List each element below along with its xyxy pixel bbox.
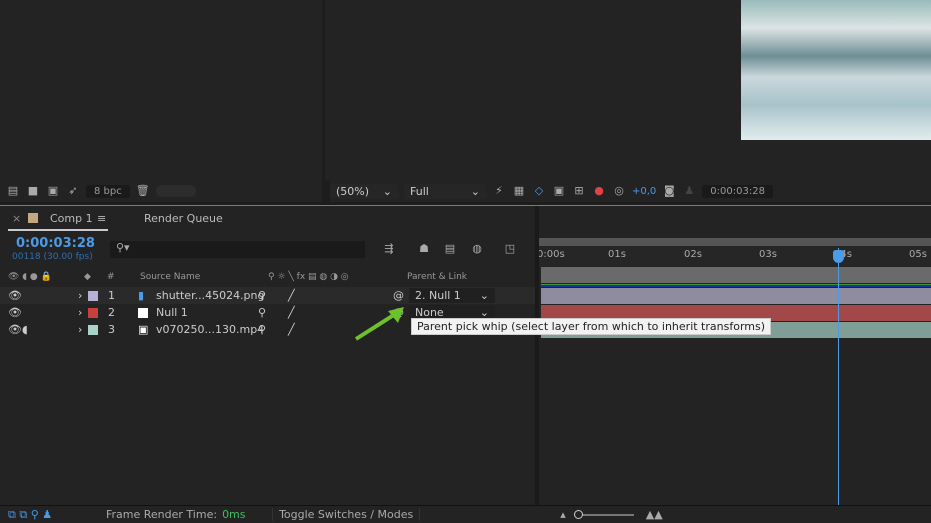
snapshot-icon[interactable]: ◙ — [662, 185, 676, 197]
layer-name[interactable]: shutter...45024.png — [148, 289, 265, 302]
new-comp-icon[interactable]: ▣ — [46, 185, 60, 197]
channels-icon[interactable]: ● — [592, 185, 606, 197]
frame-blending-icon[interactable]: ▤ — [443, 243, 457, 255]
cache-indicator — [541, 284, 931, 287]
viewer-toolbar: (50%) ⌄ Full ⌄ ⚡ ▦ ◇ ▣ ⊞ ● ◎ +0,0 ◙ ♟ 0:00… — [330, 180, 931, 202]
viewer-timecode[interactable]: 0:00:03:28 — [702, 184, 773, 198]
resolution-value: Full — [410, 184, 429, 198]
ruler-label: 05s — [909, 249, 927, 260]
zoom-value: (50%) — [336, 184, 370, 198]
current-timecode[interactable]: 0:00:03:28 — [16, 236, 95, 251]
header-source-name[interactable]: Source Name — [140, 272, 200, 282]
layer-number: 1 — [108, 289, 115, 302]
pick-whip-tooltip: Parent pick whip (select layer from whic… — [411, 318, 772, 335]
resolution-dropdown[interactable]: Full ⌄ — [404, 183, 486, 199]
comp-color-icon — [28, 213, 38, 223]
render-icon[interactable]: ➶ — [66, 185, 80, 197]
null-object-icon — [138, 307, 148, 318]
layer-name[interactable]: v070250...130.mp4 — [148, 323, 264, 336]
shy-switch-icon[interactable]: ⚲ — [258, 323, 288, 336]
expand-chevron-icon[interactable]: › — [78, 289, 88, 302]
render-time-value: 0ms — [222, 508, 246, 521]
eye-icon[interactable]: 👁 — [8, 306, 78, 319]
playhead-handle[interactable] — [833, 250, 844, 263]
transparency-grid-icon[interactable]: ▦ — [512, 185, 526, 197]
timeline-zoom-slider[interactable] — [573, 509, 634, 519]
green-arrow-annotation — [354, 307, 404, 341]
panel-menu-icon[interactable]: ≡ — [97, 212, 106, 225]
status-toggle-icons[interactable]: ⧉ ⧉ ⚲ ♟ — [8, 508, 98, 522]
shy-switch-icon[interactable]: ⚲ — [258, 289, 288, 302]
header-number: # — [107, 272, 115, 282]
layer-number: 3 — [108, 323, 115, 336]
label-color[interactable] — [88, 307, 98, 318]
switch-header-icons: ⚲ ☼ ╲ fx ▤ ◍ ◑ ◎ — [268, 272, 349, 282]
frame-info: 00118 (30.00 fps) — [12, 252, 93, 262]
expand-chevron-icon[interactable]: › — [78, 323, 88, 336]
video-file-icon: ▣ — [138, 323, 149, 336]
av-switch-icons: 👁 ◖ ● 🔒 — [8, 272, 52, 282]
ruler-label: 03s — [759, 249, 777, 260]
render-time-label: Frame Render Time: — [106, 508, 218, 521]
image-file-icon: ▮ — [138, 289, 145, 302]
header-parent-link: Parent & Link — [407, 272, 467, 282]
layer-bar[interactable] — [541, 288, 931, 304]
pick-whip-icon[interactable]: @ — [393, 289, 409, 302]
tab-comp-1[interactable]: Comp 1 — [50, 212, 93, 225]
grid-guides-icon[interactable]: ⊞ — [572, 185, 586, 197]
work-area-range[interactable] — [541, 267, 931, 283]
layer-row[interactable]: 👁 › 1 ▮ shutter...45024.png ⚲ ╱ @ 2. Nul… — [0, 287, 535, 304]
shy-switch-icon[interactable]: ⚲ — [258, 306, 288, 319]
parent-value: 2. Null 1 — [415, 289, 461, 302]
label-color[interactable] — [88, 324, 98, 335]
zoom-dropdown[interactable]: (50%) ⌄ — [330, 183, 398, 199]
comp-mini-flowchart-icon[interactable]: ⇶ — [382, 243, 396, 255]
ruler-label: 02s — [684, 249, 702, 260]
region-of-interest-icon[interactable]: ▣ — [552, 185, 566, 197]
active-tab-underline — [8, 229, 108, 231]
interpret-footage-icon[interactable]: ▤ — [6, 185, 20, 197]
trash-icon[interactable]: 🗑 — [136, 185, 150, 197]
project-toolbar: ▤ ■ ▣ ➶ 8 bpc 🗑 — [0, 180, 322, 202]
zoom-out-icon[interactable]: ▴ — [560, 508, 566, 521]
project-panel — [0, 0, 322, 180]
ruler-label: 0:00s — [537, 249, 565, 260]
label-tag-icon: ◆ — [84, 272, 91, 282]
status-bar: ⧉ ⧉ ⚲ ♟ Frame Render Time: 0ms Toggle Sw… — [0, 505, 931, 523]
work-area-bar[interactable] — [537, 238, 931, 246]
motion-blur-icon[interactable]: ◍ — [470, 243, 484, 255]
eye-icon[interactable]: 👁 — [8, 289, 78, 302]
color-management-icon[interactable]: ◎ — [612, 185, 626, 197]
playhead-line[interactable] — [838, 248, 839, 505]
graph-editor-icon[interactable]: ◳ — [503, 243, 517, 255]
time-ruler[interactable]: 0:00s 01s 02s 03s 04s 05s — [537, 246, 931, 266]
viewer-image — [741, 0, 931, 140]
shy-layers-icon[interactable]: ☗ — [417, 243, 431, 255]
mask-visibility-icon[interactable]: ◇ — [532, 185, 546, 197]
search-icon: ⚲▾ — [116, 241, 130, 254]
layer-name[interactable]: Null 1 — [148, 306, 258, 319]
fast-preview-icon[interactable]: ⚡ — [492, 185, 506, 197]
layer-search-input[interactable]: ⚲▾ — [110, 241, 365, 258]
bpc-button[interactable]: 8 bpc — [86, 184, 130, 198]
tab-render-queue[interactable]: Render Queue — [144, 212, 223, 225]
toggle-switches-modes-button[interactable]: Toggle Switches / Modes — [272, 508, 421, 521]
scroll-handle[interactable] — [155, 185, 196, 197]
quality-switch-icon[interactable]: ╱ — [288, 289, 393, 302]
expand-chevron-icon[interactable]: › — [78, 306, 88, 319]
layer-number: 2 — [108, 306, 115, 319]
label-color[interactable] — [88, 290, 98, 301]
eye-audio-icon[interactable]: 👁◖ — [8, 323, 78, 336]
close-tab-icon[interactable]: × — [12, 212, 21, 225]
parent-dropdown[interactable]: 2. Null 1 ⌄ — [409, 288, 495, 303]
folder-icon[interactable]: ■ — [26, 185, 40, 197]
zoom-in-icon[interactable]: ▲▲ — [646, 508, 663, 521]
show-snapshot-icon[interactable]: ♟ — [682, 185, 696, 197]
ruler-label: 01s — [608, 249, 626, 260]
panel-divider[interactable] — [535, 206, 539, 506]
exposure-value[interactable]: +0,0 — [632, 186, 656, 197]
